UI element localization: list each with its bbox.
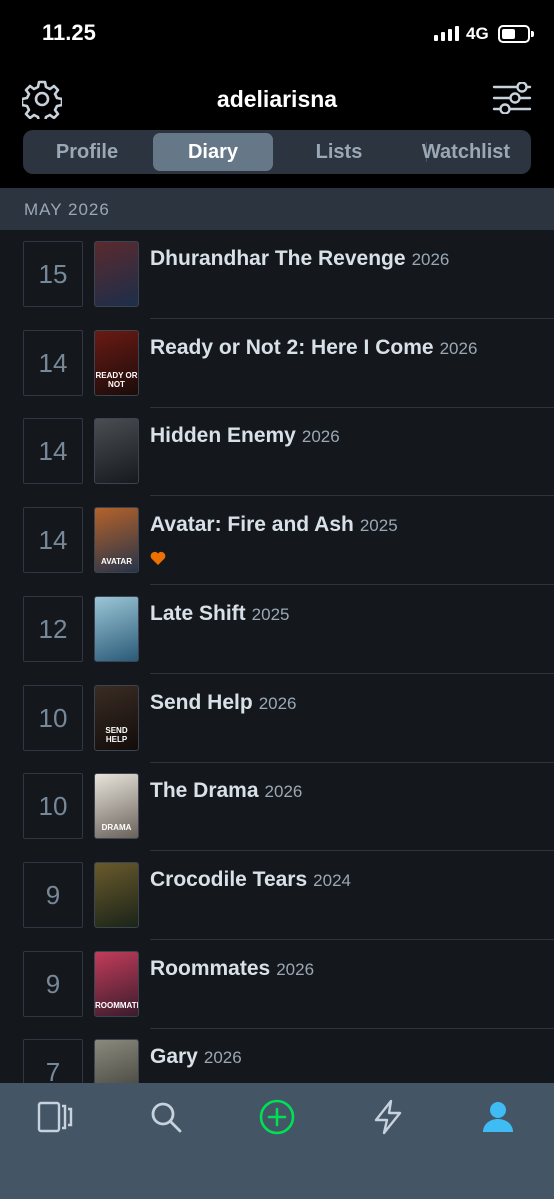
- film-poster[interactable]: AVATAR: [94, 507, 139, 574]
- status-time: 11.25: [42, 20, 96, 45]
- diary-entry-row[interactable]: 12 Late Shift 2025: [0, 585, 554, 674]
- entry-title-line: Avatar: Fire and Ash 2025: [150, 513, 398, 537]
- film-title[interactable]: Avatar: Fire and Ash: [150, 513, 354, 536]
- film-poster[interactable]: READY OR NOT: [94, 329, 139, 396]
- film-year: 2026: [264, 782, 303, 802]
- poster-text: AVATAR: [101, 557, 132, 567]
- entry-title-line: Crocodile Tears 2024: [150, 868, 351, 892]
- film-year: 2026: [203, 1048, 242, 1068]
- entry-day-number: 10: [23, 773, 83, 840]
- filter-sliders-icon[interactable]: [492, 82, 532, 114]
- diary-entry-row[interactable]: 15 Dhurandhar The Revenge 2026: [0, 230, 554, 319]
- tab-diary[interactable]: Diary: [153, 133, 273, 171]
- entry-title-line: Dhurandhar The Revenge 2026: [150, 247, 449, 271]
- month-label: MAY 2026: [24, 200, 110, 219]
- tab-profile[interactable]: Profile: [27, 133, 147, 171]
- tab-lists[interactable]: Lists: [279, 133, 399, 171]
- entry-title-line: Gary 2026: [150, 1045, 242, 1069]
- film-title[interactable]: Gary: [150, 1045, 198, 1068]
- entry-day-number: 7: [23, 1039, 83, 1083]
- diary-entry-row[interactable]: 7GARY Gary2026: [0, 1028, 554, 1083]
- diary-entry-row[interactable]: 9 Crocodile Tears 2024: [0, 851, 554, 940]
- film-year: 2026: [258, 693, 297, 713]
- film-year: 2026: [411, 250, 450, 269]
- diary-entry-row[interactable]: 14 READY OR NOT Ready or Not 2: Here I Com…: [0, 319, 554, 408]
- film-title[interactable]: Crocodile Tears: [150, 868, 307, 891]
- app-header: adeliarisna Profile Diary Lists Watchlis…: [0, 70, 554, 188]
- entry-title-line: Send Help 2026: [150, 691, 297, 715]
- entry-day-number: 14: [23, 329, 83, 396]
- film-year: 2026: [276, 959, 315, 979]
- signal-icon: [434, 26, 459, 41]
- entry-title-line: Roommates 2026: [150, 957, 314, 981]
- film-title[interactable]: The Drama: [150, 779, 259, 802]
- liked-heart-icon: [150, 551, 166, 566]
- diary-entry-row[interactable]: 10 DRAMA The Drama 2026: [0, 762, 554, 852]
- film-year: 2026: [301, 427, 340, 447]
- diary-entry-row[interactable]: 9 ROOMMATES Roommates 2026: [0, 940, 554, 1029]
- diary-entry-row[interactable]: 14 Hidden Enemy 2026: [0, 407, 554, 497]
- activity-lightning-icon[interactable]: [370, 1099, 406, 1135]
- film-poster[interactable]: ROOMMATES: [94, 950, 139, 1017]
- poster-text: DRAMA: [101, 823, 132, 833]
- film-year: 2026: [439, 338, 478, 358]
- film-poster[interactable]: [94, 241, 139, 307]
- month-section-header: MAY 2026: [0, 188, 554, 230]
- film-poster[interactable]: [94, 418, 139, 485]
- poster-text: READY OR NOT: [95, 370, 138, 389]
- add-log-icon[interactable]: [259, 1099, 295, 1135]
- entry-day-number: 9: [23, 950, 83, 1017]
- profile-person-icon[interactable]: [480, 1099, 516, 1135]
- entry-day-number: 9: [23, 861, 83, 928]
- film-poster[interactable]: [94, 595, 139, 662]
- entry-day-number: 10: [23, 684, 83, 751]
- tab-watchlist[interactable]: Watchlist: [403, 133, 529, 171]
- entry-title-line: Ready or Not 2: Here I Come 2026: [150, 336, 477, 360]
- film-title[interactable]: Late Shift: [150, 602, 246, 625]
- entry-day-number: 14: [23, 507, 83, 574]
- film-poster[interactable]: GARY: [94, 1039, 139, 1083]
- film-poster[interactable]: SEND HELP: [94, 684, 139, 751]
- bottom-tab-bar: [0, 1083, 554, 1199]
- film-title[interactable]: Send Help: [150, 691, 253, 714]
- network-type: 4G: [466, 24, 489, 43]
- entry-day-number: 14: [23, 418, 83, 485]
- poster-text: ROOMMATES: [95, 1000, 138, 1010]
- film-year: 2025: [251, 604, 290, 624]
- entry-day-number: 15: [23, 241, 83, 307]
- battery-icon: [498, 25, 534, 43]
- diary-entry-row[interactable]: 10 SEND HELP Send Help 2026: [0, 674, 554, 763]
- film-title[interactable]: Ready or Not 2: Here I Come: [150, 336, 434, 359]
- profile-tabs: Profile Diary Lists Watchlist: [23, 130, 531, 174]
- film-poster[interactable]: [94, 861, 139, 928]
- film-title[interactable]: Dhurandhar The Revenge: [150, 247, 406, 270]
- film-year: 2024: [313, 870, 351, 890]
- status-bar: 11.25 4G: [0, 0, 554, 70]
- search-icon[interactable]: [148, 1099, 184, 1135]
- films-icon[interactable]: [37, 1099, 73, 1135]
- film-title[interactable]: Roommates: [150, 957, 270, 980]
- film-year: 2025: [359, 516, 398, 536]
- film-title[interactable]: Hidden Enemy: [150, 424, 296, 447]
- profile-username: adeliarisna: [216, 86, 338, 112]
- diary-list[interactable]: 15 Dhurandhar The Revenge 2026 14 READY OR N…: [0, 230, 554, 1083]
- entry-title-line: The Drama 2026: [150, 779, 302, 803]
- entry-title-line: Hidden Enemy 2026: [150, 424, 340, 448]
- poster-text: SEND HELP: [105, 725, 128, 744]
- film-poster[interactable]: DRAMA: [94, 773, 139, 840]
- entry-day-number: 12: [23, 595, 83, 662]
- diary-entry-row[interactable]: 14 AVATAR Avatar: Fire and Ash 2025: [0, 496, 554, 586]
- entry-title-line: Late Shift 2025: [150, 602, 290, 626]
